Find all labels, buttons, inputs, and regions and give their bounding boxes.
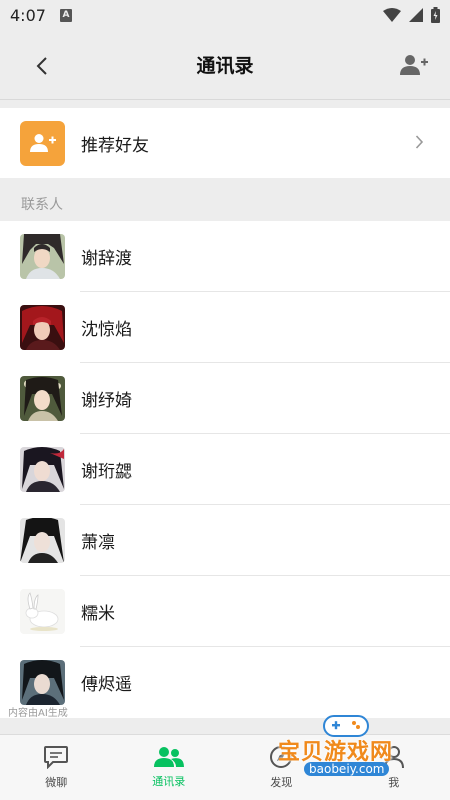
- tab-label: 微聊: [45, 776, 68, 789]
- contacts-icon: [153, 747, 184, 767]
- portrait-avatar-5: [20, 518, 65, 563]
- contact-row[interactable]: 沈惊焰: [0, 292, 450, 363]
- contact-list: 谢辞渡 沈惊焰 谢纾婍 谢珩勰 萧凛 糯米 傅烬遥: [0, 221, 450, 718]
- contact-name: 傅烬遥: [81, 675, 132, 695]
- status-time: 4:07: [10, 5, 46, 25]
- portrait-avatar-2: [20, 305, 65, 350]
- tab-bar: 微聊 通讯录 发现 我: [0, 734, 450, 800]
- status-bar: 4:07 A: [0, 0, 450, 30]
- tab-contacts[interactable]: 通讯录: [113, 735, 226, 800]
- contact-row[interactable]: 谢珩勰: [0, 434, 450, 505]
- tab-me[interactable]: 我: [338, 735, 450, 800]
- rabbit-avatar: [20, 589, 65, 634]
- page-title: 通讯录: [196, 55, 254, 77]
- notification-icon: A: [59, 8, 72, 22]
- add-user-icon: [29, 134, 56, 152]
- contact-name: 沈惊焰: [81, 320, 132, 340]
- tab-label: 通讯录: [152, 775, 186, 788]
- add-user-icon: [400, 55, 428, 75]
- battery-icon: [431, 7, 440, 23]
- tab-discover[interactable]: 发现: [225, 735, 338, 800]
- portrait-avatar-7: [20, 660, 65, 705]
- contact-name: 萧凛: [81, 533, 115, 553]
- contact-name: 谢辞渡: [81, 249, 132, 269]
- me-icon: [383, 746, 404, 769]
- contact-name: 谢珩勰: [81, 462, 132, 482]
- chevron-right-icon: [415, 135, 424, 149]
- wifi-icon: [383, 8, 401, 22]
- add-contact-button[interactable]: [398, 50, 430, 80]
- recommend-label: 推荐好友: [81, 135, 149, 156]
- contact-row[interactable]: 谢辞渡: [0, 221, 450, 292]
- discover-icon: [270, 746, 293, 768]
- chevron-left-icon: [36, 57, 47, 75]
- contact-name: 糯米: [81, 604, 115, 624]
- contact-name: 谢纾婍: [81, 391, 132, 411]
- contact-row[interactable]: 谢纾婍: [0, 363, 450, 434]
- contact-row[interactable]: 萧凛: [0, 505, 450, 576]
- tab-chat[interactable]: 微聊: [0, 735, 113, 800]
- tab-label: 我: [388, 776, 400, 789]
- recommend-friends-row[interactable]: 推荐好友: [0, 108, 450, 178]
- section-label-contacts: 联系人: [21, 197, 63, 213]
- back-button[interactable]: [28, 52, 56, 80]
- portrait-avatar-3: [20, 376, 65, 421]
- portrait-avatar-4: [20, 447, 65, 492]
- portrait-avatar-1: [20, 234, 65, 279]
- recommend-icon: [20, 120, 65, 166]
- tab-label: 发现: [270, 776, 293, 789]
- contact-row[interactable]: 糯米: [0, 576, 450, 647]
- ai-generated-note: 内容由AI生成: [8, 708, 68, 719]
- status-icons: [383, 7, 440, 23]
- chat-icon: [44, 746, 69, 769]
- header: 通讯录: [0, 30, 450, 100]
- signal-icon: [409, 8, 423, 22]
